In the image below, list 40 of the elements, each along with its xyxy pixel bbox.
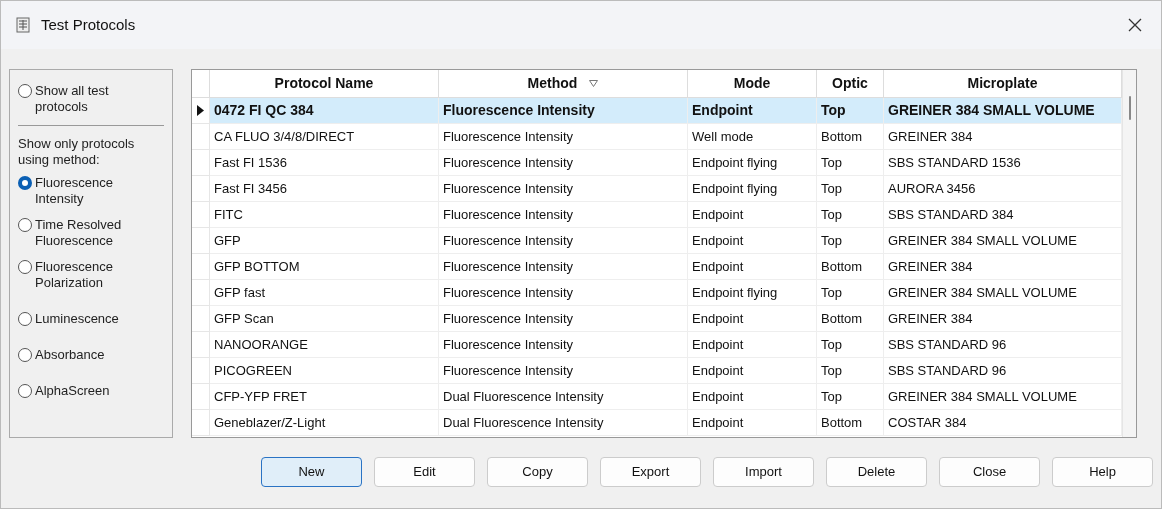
table-row[interactable]: PICOGREEN Fluorescence Intensity Endpoint Top SBS STANDARD 96 bbox=[192, 358, 1122, 384]
radio-option[interactable]: Luminescence bbox=[18, 311, 164, 327]
dialog-button[interactable]: Copy bbox=[487, 457, 588, 487]
table-row[interactable]: Fast FI 3456 Fluorescence Intensity Endpoint flying Top AURORA 3456 bbox=[192, 176, 1122, 202]
radio-option[interactable]: Show all test protocols bbox=[18, 83, 164, 115]
table-cell: COSTAR 384 bbox=[884, 410, 1122, 436]
table-cell: Bottom bbox=[817, 410, 884, 436]
close-icon bbox=[1128, 18, 1142, 32]
table-cell: Geneblazer/Z-Light bbox=[210, 410, 439, 436]
dialog-button[interactable]: Close bbox=[939, 457, 1040, 487]
radio-option[interactable]: Absorbance bbox=[18, 347, 164, 363]
table-row[interactable]: GFP Fluorescence Intensity Endpoint Top GREINER 384 SMALL VOLUME bbox=[192, 228, 1122, 254]
table-row[interactable]: GFP BOTTOM Fluorescence Intensity Endpoint Bottom GREINER 384 bbox=[192, 254, 1122, 280]
dialog-button[interactable]: Help bbox=[1052, 457, 1153, 487]
table-row[interactable]: NANOORANGE Fluorescence Intensity Endpoint Top SBS STANDARD 96 bbox=[192, 332, 1122, 358]
table-row[interactable]: Geneblazer/Z-Light Dual Fluorescence Intensity Endpoint Bottom COSTAR 384 bbox=[192, 410, 1122, 436]
document-icon bbox=[15, 17, 31, 33]
dialog-button[interactable]: Delete bbox=[826, 457, 927, 487]
radio-option[interactable]: AlphaScreen bbox=[18, 383, 164, 399]
current-row-icon bbox=[197, 105, 204, 116]
filter-caption: Show only protocols using method: bbox=[18, 136, 136, 168]
radio-option[interactable]: Time Resolved Fluorescence bbox=[18, 217, 164, 249]
dialog-button[interactable]: Edit bbox=[374, 457, 475, 487]
dialog-button[interactable]: New bbox=[261, 457, 362, 487]
scrollbar[interactable] bbox=[1122, 70, 1136, 437]
table-row[interactable]: Fast FI 1536 Fluorescence Intensity Endpoint flying Top SBS STANDARD 1536 bbox=[192, 150, 1122, 176]
table-row[interactable]: GFP Scan Fluorescence Intensity Endpoint Bottom GREINER 384 bbox=[192, 306, 1122, 332]
radio-option[interactable]: Fluorescence Intensity bbox=[18, 175, 164, 207]
table-row[interactable]: CFP-YFP FRET Dual Fluorescence Intensity Endpoint Top GREINER 384 SMALL VOLUME bbox=[192, 384, 1122, 410]
table-row[interactable]: CA FLUO 3/4/8/DIRECT Fluorescence Intensity Well mode Bottom GREINER 384 bbox=[192, 124, 1122, 150]
dialog-button[interactable]: Export bbox=[600, 457, 701, 487]
table-row[interactable]: GFP fast Fluorescence Intensity Endpoint flying Top GREINER 384 SMALL VOLUME bbox=[192, 280, 1122, 306]
sort-icon bbox=[589, 80, 599, 87]
dialog-button[interactable]: Import bbox=[713, 457, 814, 487]
table-cell: Endpoint bbox=[688, 410, 817, 436]
table-row[interactable]: FITC Fluorescence Intensity Endpoint Top SBS STANDARD 384 bbox=[192, 202, 1122, 228]
table-row[interactable]: 0472 FI QC 384 Fluorescence Intensity Endpoint Top GREINER 384 SMALL VOLUME bbox=[192, 98, 1122, 124]
window-title: Test Protocols bbox=[41, 14, 136, 35]
radio-option[interactable]: Fluorescence Polarization bbox=[18, 259, 164, 291]
table-cell: Dual Fluorescence Intensity bbox=[439, 410, 688, 436]
